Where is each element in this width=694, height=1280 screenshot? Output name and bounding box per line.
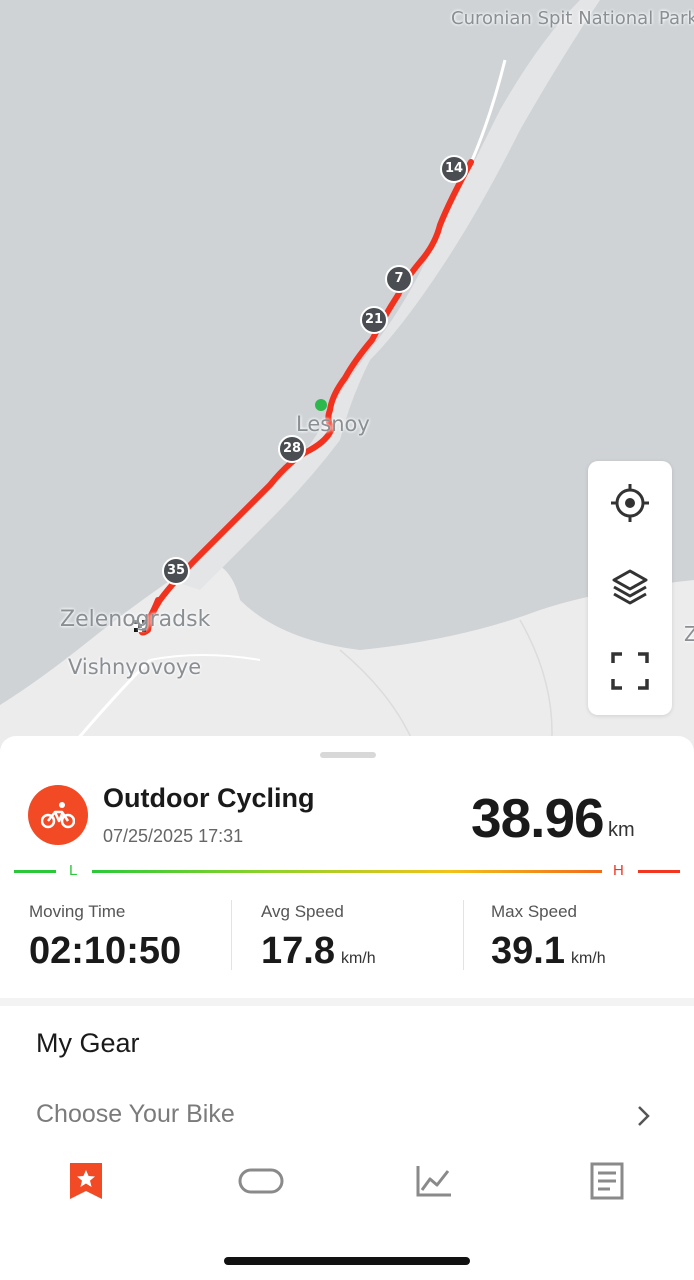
km-marker: 28 (278, 435, 306, 463)
route-map[interactable]: Curonian Spit National Park Lesnoy Zelen… (0, 0, 694, 760)
fullscreen-button[interactable] (588, 636, 672, 706)
sport-badge (28, 785, 88, 845)
locate-icon (611, 484, 649, 522)
scale-high-label: H (613, 862, 624, 879)
layers-icon (612, 569, 648, 605)
section-gap (0, 998, 694, 1006)
choose-bike-row[interactable]: Choose Your Bike (0, 1094, 694, 1142)
capsule-icon (238, 1168, 284, 1194)
map-label-lesnoy: Lesnoy (296, 412, 370, 436)
stat-divider (463, 900, 464, 970)
stat-label: Moving Time (29, 902, 126, 921)
scale-low-segment (14, 870, 56, 873)
fullscreen-icon (611, 652, 649, 690)
stat-unit: km/h (570, 950, 606, 967)
map-label-zelenogradsk: Zelenogradsk (60, 607, 211, 632)
activity-date: 07/25/2025 17:31 (103, 826, 244, 846)
intensity-scale: L H (14, 860, 680, 882)
map-controls (588, 461, 672, 715)
tab-laps[interactable] (231, 1156, 291, 1206)
stat-value: 02:10:50 (29, 930, 182, 972)
bottom-tab-bar (0, 1156, 694, 1206)
km-marker: 14 (440, 155, 468, 183)
home-indicator[interactable] (224, 1257, 470, 1265)
bookmark-icon (70, 1163, 102, 1199)
km-marker: 21 (360, 306, 388, 334)
distance-unit: km (608, 819, 635, 841)
tab-details[interactable] (577, 1156, 637, 1206)
tab-highlights[interactable] (56, 1156, 116, 1206)
km-marker: 7 (385, 265, 413, 293)
stat-label: Avg Speed (261, 902, 344, 921)
document-icon (590, 1162, 624, 1200)
layers-button[interactable] (588, 552, 672, 622)
stat-divider (231, 900, 232, 970)
activity-title: Outdoor Cycling (103, 783, 315, 813)
map-label-edge: Z (684, 622, 694, 646)
gear-section: My Gear Choose Your Bike (0, 1006, 694, 1280)
chevron-right-icon (638, 1106, 650, 1126)
tab-charts[interactable] (404, 1156, 464, 1206)
stat-label: Max Speed (491, 902, 577, 921)
stat-unit: km/h (340, 950, 376, 967)
scale-high-segment (638, 870, 680, 873)
chart-icon (416, 1166, 451, 1197)
map-label-vishnyovoye: Vishnyovoye (68, 655, 202, 679)
distance-value: 38.96 (471, 787, 605, 849)
choose-bike-label: Choose Your Bike (36, 1100, 235, 1128)
scale-gradient (92, 870, 602, 873)
activity-summary-sheet: Outdoor Cycling 07/25/2025 17:31 38.96 k… (0, 736, 694, 998)
stat-value: 39.1 km/h (491, 930, 606, 972)
stat-value: 17.8 km/h (261, 930, 376, 972)
locate-button[interactable] (588, 468, 672, 538)
cycling-icon (41, 802, 75, 829)
gear-title: My Gear (36, 1028, 140, 1058)
scale-low-label: L (69, 862, 78, 879)
km-marker: 35 (162, 557, 190, 585)
sheet-grabber[interactable] (320, 752, 376, 758)
map-label-park: Curonian Spit National Park (451, 8, 694, 29)
